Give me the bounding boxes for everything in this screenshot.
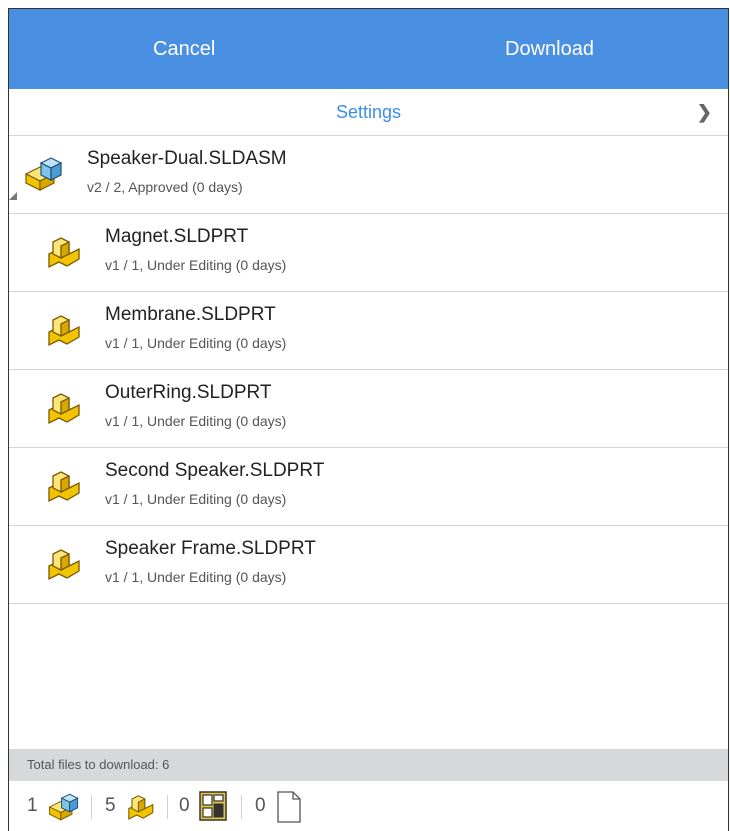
part-icon <box>45 310 81 355</box>
file-name: Speaker-Dual.SLDASM <box>87 148 287 169</box>
part-icon <box>45 388 81 433</box>
assembly-icon <box>23 154 65 199</box>
file-version-status: v1 / 1, Under Editing (0 days) <box>105 257 287 273</box>
document-count: 0 <box>255 795 266 816</box>
list-item[interactable]: OuterRing.SLDPRT v1 / 1, Under Editing (… <box>9 370 728 448</box>
file-version-status: v1 / 1, Under Editing (0 days) <box>105 569 287 585</box>
settings-label: Settings <box>335 102 402 122</box>
divider <box>91 795 92 819</box>
list-item-root[interactable]: Speaker-Dual.SLDASM v2 / 2, Approved (0 … <box>9 136 728 214</box>
file-type-counts: 1 5 0 0 <box>9 781 728 831</box>
part-icon <box>45 232 81 277</box>
part-icon <box>45 544 81 589</box>
drawing-count: 0 <box>179 795 190 816</box>
list-item[interactable]: Membrane.SLDPRT v1 / 1, Under Editing (0… <box>9 292 728 370</box>
part-count: 5 <box>105 795 116 816</box>
file-name: Second Speaker.SLDPRT <box>105 460 325 481</box>
file-version-status: v2 / 2, Approved (0 days) <box>87 179 243 195</box>
cancel-button[interactable]: Cancel <box>153 9 215 89</box>
list-item[interactable]: Second Speaker.SLDPRT v1 / 1, Under Edit… <box>9 448 728 526</box>
file-name: OuterRing.SLDPRT <box>105 382 272 403</box>
toolbar: Cancel Download <box>9 9 728 89</box>
file-version-status: v1 / 1, Under Editing (0 days) <box>105 413 287 429</box>
assembly-count: 1 <box>27 795 38 816</box>
list-item[interactable]: Magnet.SLDPRT v1 / 1, Under Editing (0 d… <box>9 214 728 292</box>
divider <box>241 795 242 819</box>
file-version-status: v1 / 1, Under Editing (0 days) <box>105 491 287 507</box>
divider <box>167 795 168 819</box>
file-name: Speaker Frame.SLDPRT <box>105 538 316 559</box>
document-icon <box>277 791 301 828</box>
file-name: Membrane.SLDPRT <box>105 304 276 325</box>
part-icon <box>125 791 155 828</box>
part-icon <box>45 466 81 511</box>
chevron-right-icon: ❯ <box>696 102 712 122</box>
assembly-icon <box>47 791 81 828</box>
total-files-label: Total files to download: 6 <box>9 749 728 781</box>
settings-row[interactable]: Settings ❯ <box>9 89 728 136</box>
file-name: Magnet.SLDPRT <box>105 226 249 247</box>
download-dialog: Cancel Download Settings ❯ Speaker-Dual.… <box>8 8 729 831</box>
file-version-status: v1 / 1, Under Editing (0 days) <box>105 335 287 351</box>
download-button[interactable]: Download <box>505 9 594 89</box>
expand-collapse-icon[interactable] <box>9 192 17 200</box>
drawing-icon <box>199 791 227 826</box>
list-item[interactable]: Speaker Frame.SLDPRT v1 / 1, Under Editi… <box>9 526 728 604</box>
